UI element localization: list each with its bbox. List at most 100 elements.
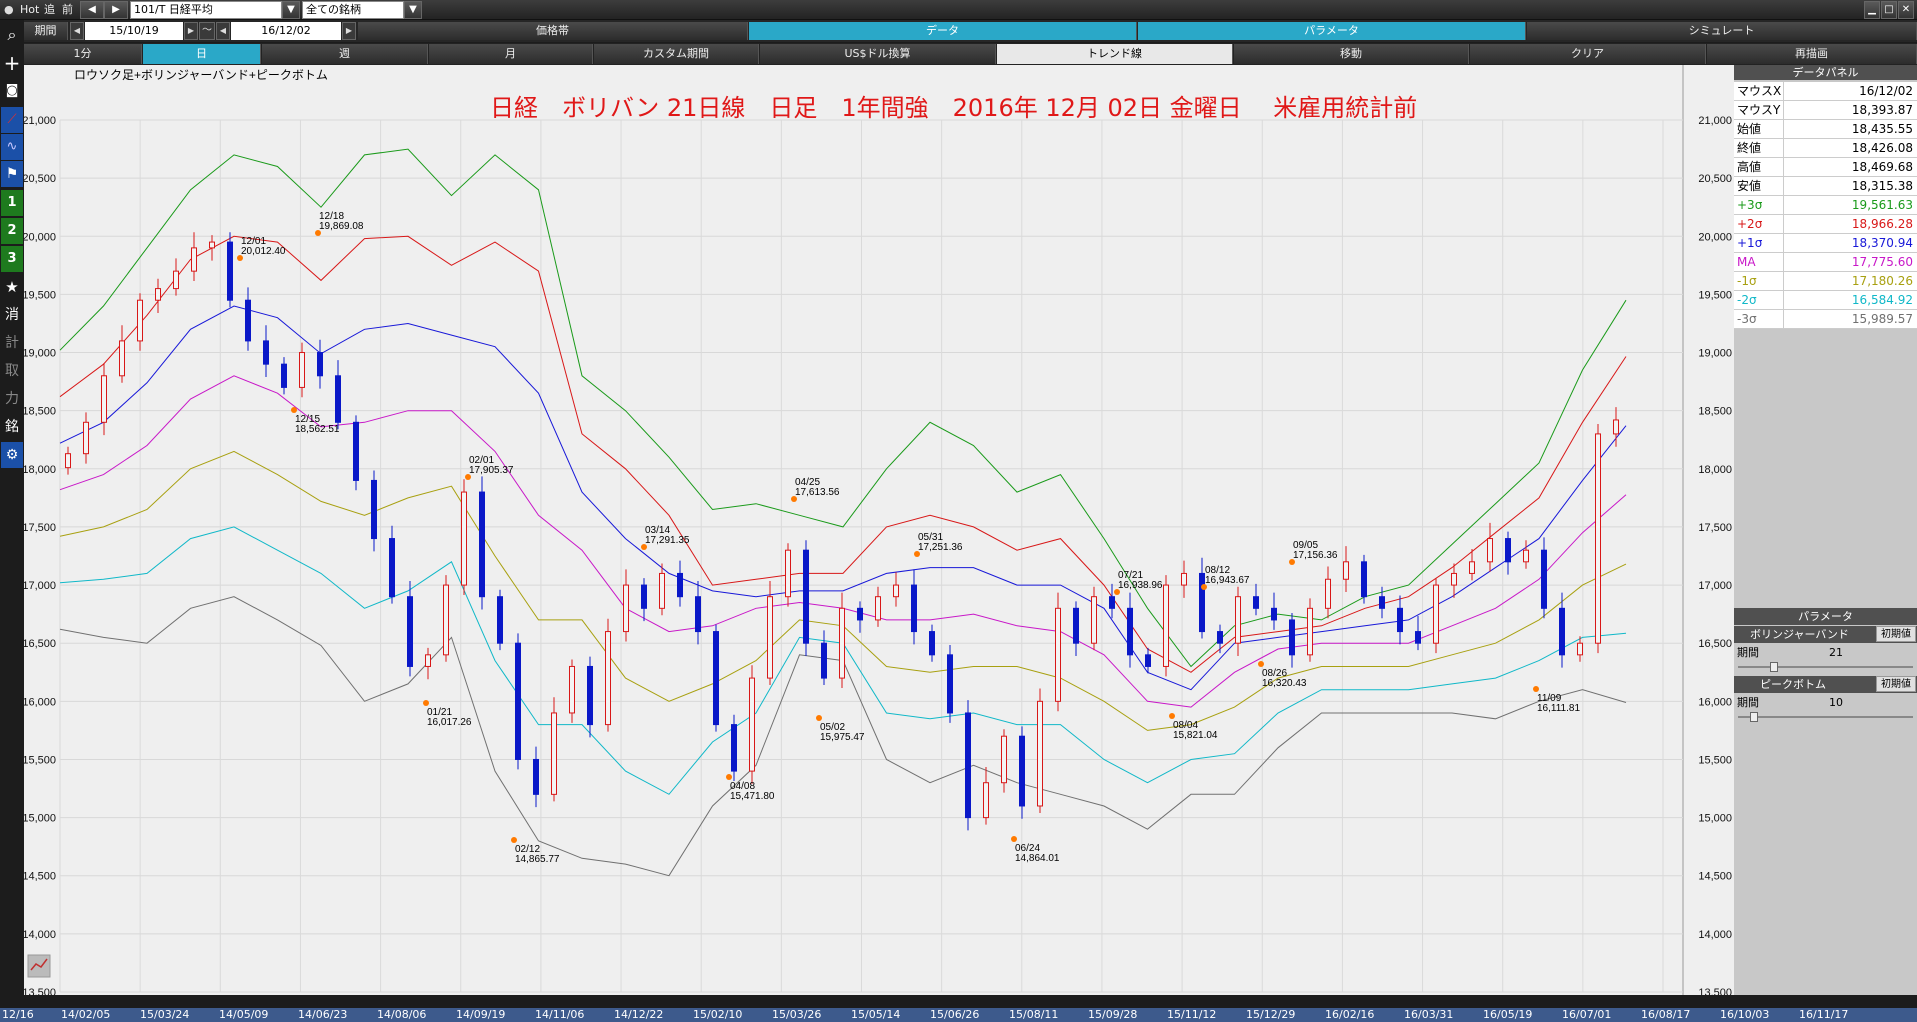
power-button[interactable]: 力 <box>1 386 23 412</box>
bb-period-slider[interactable] <box>1738 662 1913 672</box>
data-row-value: 16,584.92 <box>1851 293 1913 307</box>
data-row-label: マウスY <box>1734 101 1784 119</box>
tab-data[interactable]: データ <box>749 22 1137 40</box>
symbol-dropdown-button[interactable]: ▼ <box>282 1 300 19</box>
param-panel: ボリンジャーバンド 初期値 期間 21 ピークボトム 初期値 期間 10 <box>1734 626 1917 796</box>
bottom-date-label: 15/05/14 <box>851 1008 901 1021</box>
bb-period-label: 期間 <box>1737 646 1759 659</box>
minimize-button[interactable]: ▁ <box>1864 1 1880 19</box>
nav-next-button[interactable]: ▶ <box>104 1 128 19</box>
candle-body <box>1073 607 1079 644</box>
from-date-field[interactable]: 15/10/19 <box>85 22 183 40</box>
tab-monthly[interactable]: 月 <box>429 44 593 64</box>
bb-reset-button[interactable]: 初期値 <box>1876 626 1916 642</box>
candle-body <box>731 724 737 772</box>
candle-body <box>551 712 557 795</box>
bottom-date-label: 15/09/28 <box>1088 1008 1138 1021</box>
data-row: -1σ 17,180.26 <box>1734 272 1917 291</box>
y-tick-label-right: 17,000 <box>1698 580 1732 592</box>
candle-body <box>443 584 449 656</box>
to-date-field[interactable]: 16/12/02 <box>231 22 341 40</box>
search-icon[interactable]: ⌕ <box>1 22 23 48</box>
bulb-icon[interactable]: ● <box>4 0 18 20</box>
pb-period-value[interactable]: 10 <box>1829 693 1843 712</box>
bb-slider-thumb[interactable] <box>1770 662 1778 672</box>
bottom-scroll-strip[interactable]: 12/16 14/02/05 15/03/24 14/05/09 14/06/23 14/… <box>0 1008 1917 1022</box>
from-prev-button[interactable]: ◀ <box>70 22 84 40</box>
candle-body <box>209 241 215 249</box>
candle-body <box>569 665 575 714</box>
candle-body <box>155 288 161 301</box>
calc-button[interactable]: 計 <box>1 330 23 356</box>
chart-headline: 日経 ボリバン 21日線 日足 1年間強 2016年 12月 02日 金曜日 米… <box>490 94 1417 122</box>
tab-usd-conversion[interactable]: US$ドル換算 <box>760 44 996 64</box>
history-button[interactable]: 追 <box>44 0 55 20</box>
tab-move[interactable]: 移動 <box>1234 44 1469 64</box>
indicator-chart-icon[interactable]: ∿ <box>1 134 23 160</box>
pb-reset-button[interactable]: 初期値 <box>1876 676 1916 692</box>
peak-bottom-value: 15,975.47 <box>820 732 865 743</box>
tab-parameters[interactable]: パラメータ <box>1138 22 1526 40</box>
gear-icon[interactable]: ⚙ <box>1 442 23 468</box>
candle-body <box>299 352 305 388</box>
data-row: マウスY 18,393.87 <box>1734 101 1917 120</box>
filter-field[interactable]: 全ての銘柄 <box>302 1 404 19</box>
pb-period-slider[interactable] <box>1738 712 1913 722</box>
candle-body <box>245 299 251 342</box>
stock-button[interactable]: 銘 <box>1 414 23 440</box>
y-tick-label-right: 20,000 <box>1698 231 1732 243</box>
hot-button[interactable]: Hot <box>20 0 39 20</box>
from-next-button[interactable]: ▶ <box>184 22 198 40</box>
price-chart[interactable]: 12/01 20,012.40 12/15 18,562.51 12/18 19,869.… <box>22 65 1740 1008</box>
candle-body <box>371 479 377 540</box>
bottom-date-label: 16/05/19 <box>1483 1008 1533 1021</box>
nav-prev-button[interactable]: ◀ <box>80 1 104 19</box>
candle-body <box>1469 561 1475 574</box>
tab-1min[interactable]: 1分 <box>24 44 142 64</box>
preset-3-button[interactable]: 3 <box>1 246 23 272</box>
tab-trendline[interactable]: トレンド線 <box>997 44 1233 64</box>
bb-period-value[interactable]: 21 <box>1829 643 1843 662</box>
tab-daily[interactable]: 日 <box>143 44 261 64</box>
filter-dropdown-button[interactable]: ▼ <box>404 1 422 19</box>
bottom-date-label: 16/07/01 <box>1562 1008 1612 1021</box>
candle-body <box>695 596 701 633</box>
erase-button[interactable]: 消 <box>1 302 23 328</box>
maximize-button[interactable]: □ <box>1881 1 1897 19</box>
tab-clear[interactable]: クリア <box>1470 44 1706 64</box>
star-icon[interactable]: ★ <box>1 274 23 300</box>
bottom-date-label: 14/08/06 <box>377 1008 427 1021</box>
to-next-button[interactable]: ▶ <box>342 22 356 40</box>
take-button[interactable]: 取 <box>1 358 23 384</box>
crosshair-icon[interactable]: + <box>1 50 23 76</box>
bb-period-row: 期間 21 <box>1734 643 1917 662</box>
data-row-value: 18,393.87 <box>1851 103 1913 117</box>
data-row-label: MA <box>1734 253 1784 271</box>
flag-icon[interactable]: ⚑ <box>1 161 23 187</box>
symbol-field[interactable]: 101/T 日経平均 <box>130 1 282 19</box>
previous-button[interactable]: 前 <box>62 0 73 20</box>
peak-bottom-value: 20,012.40 <box>241 246 286 257</box>
tab-weekly[interactable]: 週 <box>262 44 428 64</box>
camera-icon[interactable]: ◙ <box>1 78 23 104</box>
tab-redraw[interactable]: 再描画 <box>1707 44 1917 64</box>
peak-bottom-marker <box>1258 661 1264 667</box>
tab-simulate[interactable]: シミュレート <box>1527 22 1917 40</box>
candle-body <box>1307 607 1313 656</box>
bottom-date-label: 14/11/06 <box>535 1008 585 1021</box>
candle-body <box>191 247 197 272</box>
pb-slider-thumb[interactable] <box>1750 712 1758 722</box>
candle-body <box>83 421 89 455</box>
chart-canvas[interactable]: 12/0120,012.4012/1518,562.5112/1819,869.… <box>22 65 1740 1008</box>
tab-price-band[interactable]: 価格帯 <box>358 22 748 40</box>
tab-custom-period[interactable]: カスタム期間 <box>594 44 759 64</box>
data-row: +3σ 19,561.63 <box>1734 196 1917 215</box>
preset-1-button[interactable]: 1 <box>1 190 23 216</box>
data-row-value: 18,370.94 <box>1851 236 1913 250</box>
to-prev-button[interactable]: ◀ <box>216 22 230 40</box>
line-chart-icon[interactable]: ⟋ <box>1 107 23 133</box>
data-row-label: マウスX <box>1734 82 1784 100</box>
close-button[interactable]: ✕ <box>1898 1 1914 19</box>
candle-body <box>389 538 395 598</box>
preset-2-button[interactable]: 2 <box>1 218 23 244</box>
